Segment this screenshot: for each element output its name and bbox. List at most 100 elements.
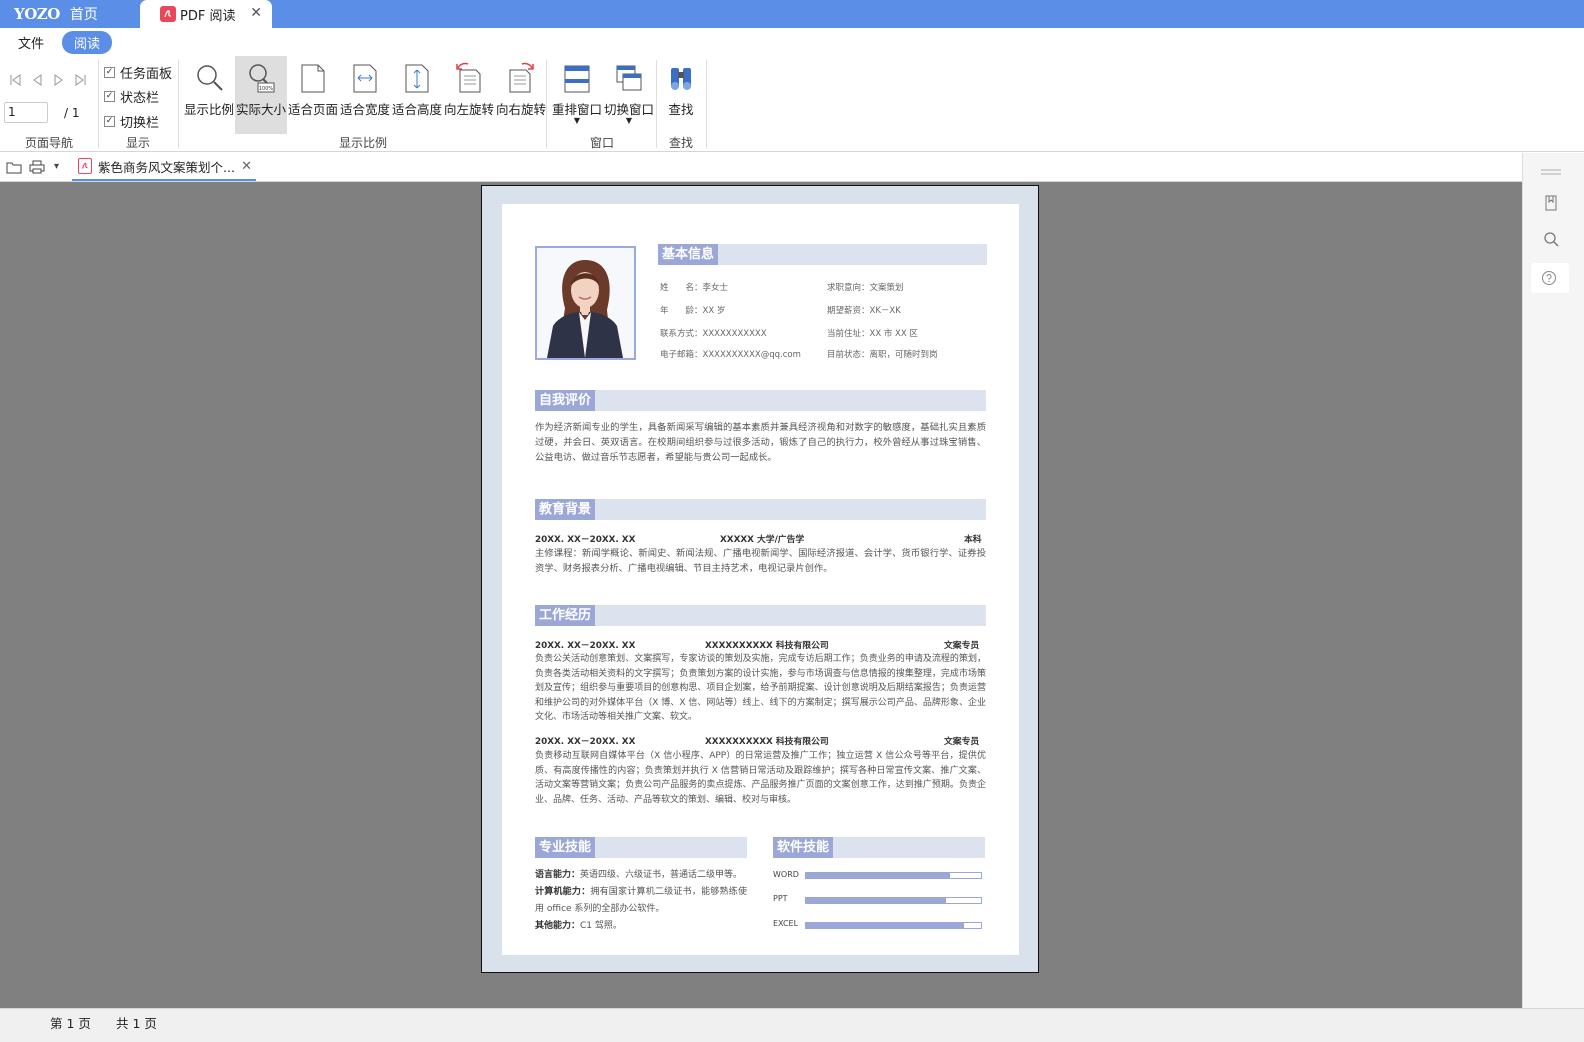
open-folder-icon[interactable] bbox=[6, 160, 22, 174]
pdf-file-icon bbox=[78, 158, 92, 174]
info-age: 年 龄：XX 岁 bbox=[660, 306, 726, 316]
section-title: 软件技能 bbox=[773, 837, 834, 858]
checkbox-label: 切换栏 bbox=[120, 116, 160, 131]
software-level-bar bbox=[805, 872, 982, 879]
info-phone: 联系方式：XXXXXXXXXXX bbox=[660, 329, 767, 339]
edu-school: XXXXX 大学/广告学 bbox=[720, 535, 805, 545]
checkbox-status-bar[interactable]: ✓ 状态栏 bbox=[104, 87, 159, 106]
info-status: 目前状态：离职，可随时到岗 bbox=[827, 350, 938, 360]
job-date: 20XX. XX－20XX. XX bbox=[535, 641, 636, 651]
software-level-fill bbox=[806, 923, 964, 928]
status-bar: 第 1 页 共 1 页 bbox=[0, 1008, 1584, 1042]
skill-item: 计算机能力：拥有国家计算机二级证书，能够熟练使用 office 系列的全部办公软… bbox=[535, 884, 747, 918]
group-page-nav: 1 / 1 页面导航 bbox=[0, 56, 98, 152]
skill-key: 语言能力： bbox=[535, 870, 581, 880]
skill-value: C1 驾照。 bbox=[580, 921, 622, 931]
job-role: 文案专员 bbox=[944, 641, 980, 651]
info-address: 当前住址：XX 市 XX 区 bbox=[827, 329, 918, 339]
checkbox-switch-bar[interactable]: ✓ 切换栏 bbox=[104, 112, 159, 131]
group-label-window: 窗口 bbox=[589, 136, 614, 150]
section-title: 专业技能 bbox=[535, 837, 596, 858]
file-tab-label: 紫色商务风文案策划个... bbox=[98, 159, 235, 175]
section-work-experience: 工作经历 bbox=[535, 605, 986, 626]
menu-bar: 文件 阅读 bbox=[0, 28, 1584, 56]
software-label: EXCEL bbox=[773, 919, 799, 928]
section-software-skills: 软件技能 bbox=[773, 837, 985, 858]
group-label-page-nav: 页面导航 bbox=[24, 136, 73, 150]
software-label: WORD bbox=[773, 870, 799, 879]
group-zoom: 显示比例 bbox=[180, 56, 546, 152]
page-total: / 1 bbox=[64, 106, 80, 120]
checkbox-label: 任务面板 bbox=[120, 67, 173, 82]
checkbox-checked-icon[interactable]: ✓ bbox=[104, 67, 115, 78]
job-description: 负责移动互联网自媒体平台（X 信小程序、APP）的日常运营及推广工作；独立运营 … bbox=[535, 751, 986, 805]
page-number-input[interactable]: 1 bbox=[4, 102, 48, 123]
first-page-icon[interactable] bbox=[6, 74, 24, 90]
search-icon[interactable] bbox=[1541, 231, 1561, 251]
section-title: 基本信息 bbox=[658, 244, 719, 265]
edu-date: 20XX. XX－20XX. XX bbox=[535, 535, 636, 545]
info-target: 求职意向：文案策划 bbox=[827, 283, 904, 293]
group-label-display: 显示 bbox=[125, 136, 150, 150]
status-total-pages: 共 1 页 bbox=[116, 1016, 157, 1031]
job-role: 文案专员 bbox=[944, 737, 980, 747]
skill-item: 其他能力：C1 驾照。 bbox=[535, 918, 747, 935]
help-panel-tab[interactable] bbox=[1531, 263, 1569, 293]
edu-courses: 主修课程：新闻学概论、新闻史、新闻法规、广播电视新闻学、国际经济报道、会计学、货… bbox=[535, 548, 986, 574]
edu-degree: 本科 bbox=[964, 535, 982, 545]
tab-home-label: 首页 bbox=[69, 7, 98, 23]
checkbox-task-panel[interactable]: ✓ 任务面板 bbox=[104, 63, 172, 82]
pdf-icon bbox=[160, 6, 176, 22]
group-label-zoom: 显示比例 bbox=[338, 136, 387, 150]
status-current-page: 第 1 页 bbox=[50, 1016, 91, 1031]
resume-paper: 基本信息 姓 名：李女士 年 龄：XX 岁 联系方式：XXXXXXXXXXX 电… bbox=[502, 204, 1019, 955]
help-icon[interactable] bbox=[1541, 270, 1557, 289]
job-description: 负责公关活动创意策划、文案撰写，专家访谈的策划及实施，完成专访后期工作；负责业务… bbox=[535, 654, 986, 723]
group-label-find: 查找 bbox=[668, 136, 693, 150]
job-date: 20XX. XX－20XX. XX bbox=[535, 737, 636, 747]
job-company: XXXXXXXXXX 科技有限公司 bbox=[705, 737, 829, 747]
group-window: 窗口 bbox=[548, 56, 656, 152]
app-logo: YOZO bbox=[14, 5, 60, 23]
menu-read[interactable]: 阅读 bbox=[62, 30, 113, 54]
skills-list: 语言能力：英语四级、六级证书，普通话二级甲等。 计算机能力：拥有国家计算机二级证… bbox=[535, 867, 747, 935]
tab-home[interactable]: YOZO 首页 bbox=[0, 0, 140, 28]
ribbon-divider bbox=[706, 60, 707, 148]
checkbox-checked-icon[interactable]: ✓ bbox=[104, 91, 115, 102]
ribbon: 1 / 1 页面导航 显示 ✓ 任务面板 ✓ 状态栏 ✓ 切换栏 显示比例 10… bbox=[0, 56, 1584, 152]
file-tab[interactable]: 紫色商务风文案策划个... ✕ bbox=[72, 153, 256, 181]
last-page-icon[interactable] bbox=[72, 74, 90, 90]
pdf-page: 基本信息 姓 名：李女士 年 龄：XX 岁 联系方式：XXXXXXXXXXX 电… bbox=[481, 185, 1039, 973]
document-tab-bar: ▾ 紫色商务风文案策划个... ✕ bbox=[0, 153, 1522, 182]
dropdown-arrow-icon[interactable]: ▾ bbox=[54, 160, 70, 174]
section-title: 自我评价 bbox=[535, 390, 596, 411]
checkbox-label: 状态栏 bbox=[120, 91, 160, 106]
skill-item: 语言能力：英语四级、六级证书，普通话二级甲等。 bbox=[535, 867, 747, 884]
software-level-fill bbox=[806, 873, 950, 878]
skill-key: 计算机能力： bbox=[535, 887, 591, 897]
section-title: 教育背景 bbox=[535, 499, 596, 520]
profile-photo bbox=[535, 246, 636, 360]
bookmark-icon[interactable] bbox=[1541, 195, 1561, 215]
software-level-bar bbox=[805, 922, 982, 929]
title-bar: YOZO 首页 PDF 阅读 ✕ bbox=[0, 0, 1584, 28]
self-evaluation-text: 作为经济新闻专业的学生，具备新闻采写编辑的基本素质并兼具经济视角和对数字的敏感度… bbox=[535, 422, 986, 463]
close-icon[interactable]: ✕ bbox=[250, 5, 262, 21]
job-company: XXXXXXXXXX 科技有限公司 bbox=[705, 641, 829, 651]
software-level-bar bbox=[805, 897, 982, 904]
collapse-handle-icon[interactable] bbox=[1541, 163, 1561, 183]
next-page-icon[interactable] bbox=[50, 74, 68, 90]
menu-file[interactable]: 文件 bbox=[10, 31, 52, 54]
software-level-fill bbox=[806, 898, 946, 903]
info-email: 电子邮箱：XXXXXXXXXX@qq.com bbox=[660, 350, 801, 360]
tab-pdf-reader[interactable]: PDF 阅读 ✕ bbox=[140, 0, 272, 28]
section-title: 工作经历 bbox=[535, 605, 596, 626]
print-icon[interactable] bbox=[29, 160, 45, 174]
info-name: 姓 名：李女士 bbox=[660, 283, 729, 293]
prev-page-icon[interactable] bbox=[28, 74, 46, 90]
tab-pdf-reader-label: PDF 阅读 bbox=[180, 8, 236, 24]
right-sidebar bbox=[1522, 153, 1584, 1008]
checkbox-checked-icon[interactable]: ✓ bbox=[104, 116, 115, 127]
group-find: 查找 bbox=[656, 56, 706, 152]
close-icon[interactable]: ✕ bbox=[241, 159, 252, 174]
